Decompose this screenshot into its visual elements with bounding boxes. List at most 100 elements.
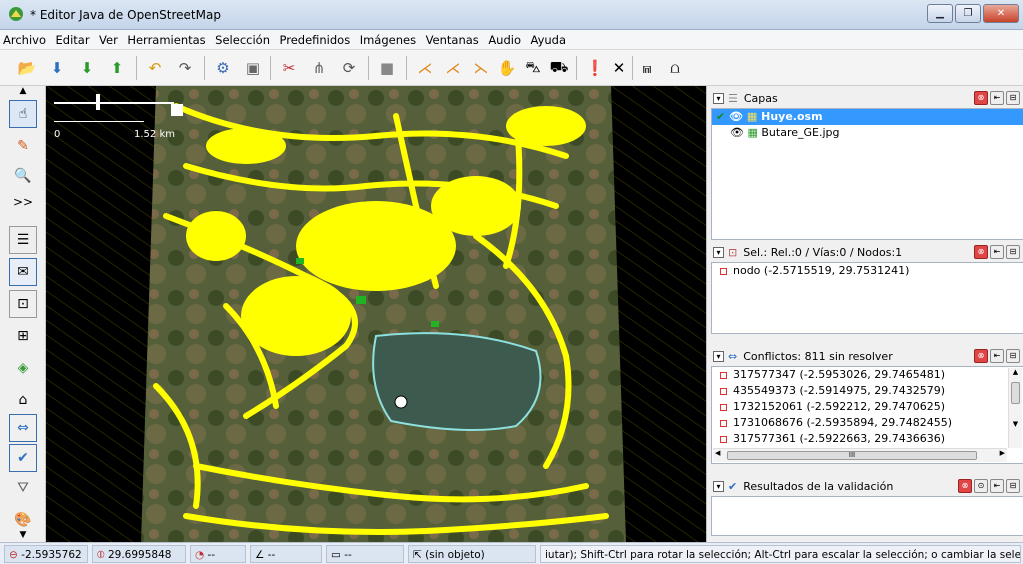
maximize-button[interactable]: ❐ <box>955 4 981 23</box>
panel-close-icon[interactable]: ⊗ <box>974 245 988 259</box>
layer-row[interactable]: 👁 ▦ Butare_GE.jpg <box>712 125 1023 141</box>
car-icon[interactable]: ⛍ <box>520 55 546 81</box>
menu-ver[interactable]: Ver <box>96 30 121 50</box>
refresh-icon[interactable]: ⟳ <box>336 55 362 81</box>
split-way-icon[interactable]: ✂ <box>276 55 302 81</box>
menu-archivo[interactable]: Archivo <box>0 30 49 50</box>
conflicts-icon[interactable]: ⇔ <box>9 414 37 442</box>
menu-ventanas[interactable]: Ventanas <box>423 30 482 50</box>
layers-list: ✔ 👁 ▦ Huye.osm 👁 ▦ Butare_GE.jpg <box>711 108 1023 240</box>
collapse-icon[interactable]: ▾ <box>713 480 724 492</box>
menu-seleccion[interactable]: Selección <box>212 30 273 50</box>
menu-ayuda[interactable]: Ayuda <box>528 30 570 50</box>
combine-way-icon[interactable]: ⋔ <box>306 55 332 81</box>
tag-tool-icon[interactable]: ✉ <box>9 258 37 286</box>
visibility-icon[interactable]: 👁 <box>729 110 743 123</box>
zoom-slider[interactable] <box>54 102 174 104</box>
layer-row-selected[interactable]: ✔ 👁 ▦ Huye.osm <box>712 109 1023 125</box>
panel-minimize-icon[interactable]: ⊟ <box>1006 91 1020 105</box>
filter-icon[interactable]: ⛛ <box>9 474 37 502</box>
panel-pin-icon[interactable]: ⊙ <box>974 479 988 493</box>
toolbar-separator <box>368 56 369 80</box>
warning-icon[interactable]: ❗ <box>582 55 608 81</box>
tunnel-icon[interactable]: ⩍ <box>662 55 688 81</box>
menu-herramientas[interactable]: Herramientas <box>124 30 208 50</box>
scroll-thumb[interactable] <box>1011 382 1020 404</box>
collapse-icon[interactable]: ▾ <box>713 246 724 258</box>
scroll-down-icon[interactable]: ▼ <box>9 530 37 540</box>
align-line-icon[interactable]: ⋌ <box>440 55 466 81</box>
panel-minimize-icon[interactable]: ⊟ <box>1006 245 1020 259</box>
menu-editar[interactable]: Editar <box>53 30 93 50</box>
commands-icon[interactable]: ◈ <box>9 354 37 382</box>
upload-icon[interactable]: ⬆ <box>104 55 130 81</box>
minimize-button[interactable]: ▁ <box>927 4 953 23</box>
check-icon[interactable]: ✔ <box>716 110 725 123</box>
panel-detach-icon[interactable]: ⇤ <box>990 91 1004 105</box>
scroll-down-arrow-icon[interactable]: ▼ <box>1009 420 1022 428</box>
bridge-icon[interactable]: ⩎ <box>634 55 660 81</box>
undo-icon[interactable]: ↶ <box>142 55 168 81</box>
info-icon[interactable]: ▣ <box>240 55 266 81</box>
panel-close-icon[interactable]: ⊗ <box>974 349 988 363</box>
draw-tool-icon[interactable]: ✎ <box>9 132 37 160</box>
help-text: iutar); Shift-Ctrl para rotar la selecci… <box>540 545 1021 563</box>
close-button[interactable]: ✕ <box>983 4 1019 23</box>
layers-toggle-icon[interactable]: ☰ <box>9 226 37 254</box>
panel-close-icon[interactable]: ⊗ <box>974 91 988 105</box>
zoom-tool-icon[interactable]: 🔍 <box>9 162 37 190</box>
validation-panel-title: Resultados de la validación <box>743 479 894 493</box>
menu-imagenes[interactable]: Imágenes <box>357 30 419 50</box>
list-item[interactable]: 435549373 (-2.5914975, 29.7432579) <box>712 383 1023 399</box>
panel-detach-icon[interactable]: ⇤ <box>990 349 1004 363</box>
more-tools-icon[interactable]: >> <box>9 188 37 216</box>
scroll-up-icon[interactable]: ▲ <box>9 86 37 96</box>
menu-audio[interactable]: Audio <box>485 30 524 50</box>
hand-icon[interactable]: ✋ <box>494 55 520 81</box>
conflicts-panel-header[interactable]: ▾ ⇔ Conflictos: 811 sin resolver ⊗ ⇤ ⊟ <box>711 346 1023 366</box>
zoom-box <box>171 104 183 116</box>
panel-detach-icon[interactable]: ⇤ <box>990 245 1004 259</box>
redo-icon[interactable]: ↷ <box>172 55 198 81</box>
scroll-left-arrow-icon[interactable]: ◀ <box>715 449 720 457</box>
selection-panel-header[interactable]: ▾ ⊡ Sel.: Rel.:0 / Vías:0 / Nodos:1 ⊗ ⇤ … <box>711 242 1023 262</box>
layers-panel-header[interactable]: ▾ ☰ Capas ⊗ ⇤ ⊟ <box>711 88 1023 108</box>
validation-icon[interactable]: ✔ <box>9 444 37 472</box>
delete-icon[interactable]: ✕ <box>606 55 632 81</box>
scroll-up-arrow-icon[interactable]: ▲ <box>1009 368 1022 376</box>
scale-end-label: 1.52 km <box>134 129 175 140</box>
vertical-scrollbar[interactable]: ▲ ▼ <box>1008 368 1022 448</box>
list-item[interactable]: 1732152061 (-2.592212, 29.7470625) <box>712 399 1023 415</box>
zoom-slider-handle[interactable] <box>96 94 100 110</box>
list-item[interactable]: 1731068676 (-2.5935894, 29.7482455) <box>712 415 1023 431</box>
select-tool-icon[interactable]: ☝ <box>9 100 37 128</box>
map-view[interactable]: 0 1.52 km <box>46 86 706 542</box>
panel-detach-icon[interactable]: ⇤ <box>990 479 1004 493</box>
scroll-right-arrow-icon[interactable]: ▶ <box>1000 449 1005 457</box>
visibility-icon[interactable]: 👁 <box>730 126 744 139</box>
orthogonalize-icon[interactable]: ⋋ <box>468 55 494 81</box>
menu-predefinidos[interactable]: Predefinidos <box>276 30 353 50</box>
align-icon[interactable]: ⋌ <box>412 55 438 81</box>
list-item[interactable]: nodo (-2.5715519, 29.7531241) <box>712 263 1023 279</box>
panel-minimize-icon[interactable]: ⊟ <box>1006 349 1020 363</box>
scroll-thumb[interactable]: III <box>727 451 977 460</box>
open-file-icon[interactable]: 📂 <box>14 55 40 81</box>
history-icon[interactable]: ⌂ <box>9 386 37 414</box>
panel-minimize-icon[interactable]: ⊟ <box>1006 479 1020 493</box>
vehicle-icon[interactable]: ⛟ <box>546 55 572 81</box>
download-icon[interactable]: ⬇ <box>74 55 100 81</box>
object-field: ⇱ (sin objeto) <box>408 545 536 563</box>
list-item[interactable]: 317577361 (-2.5922663, 29.7436636) <box>712 431 1023 447</box>
list-item[interactable]: 317577347 (-2.5953026, 29.7465481) <box>712 367 1023 383</box>
preferences-icon[interactable]: ⚙ <box>210 55 236 81</box>
selection-list-icon[interactable]: ⊡ <box>9 290 37 318</box>
collapse-icon[interactable]: ▾ <box>713 350 724 362</box>
relation-icon[interactable]: ⊞ <box>9 322 37 350</box>
disabled-tool-icon[interactable]: ■ <box>374 55 400 81</box>
horizontal-scrollbar[interactable]: ◀ III ▶ <box>713 448 1007 462</box>
panel-close-icon[interactable]: ⊗ <box>958 479 972 493</box>
open-location-icon[interactable]: ⬇ <box>44 55 70 81</box>
collapse-icon[interactable]: ▾ <box>713 92 724 104</box>
validation-panel-header[interactable]: ▾ ✔ Resultados de la validación ⊗ ⊙ ⇤ ⊟ <box>711 476 1023 496</box>
